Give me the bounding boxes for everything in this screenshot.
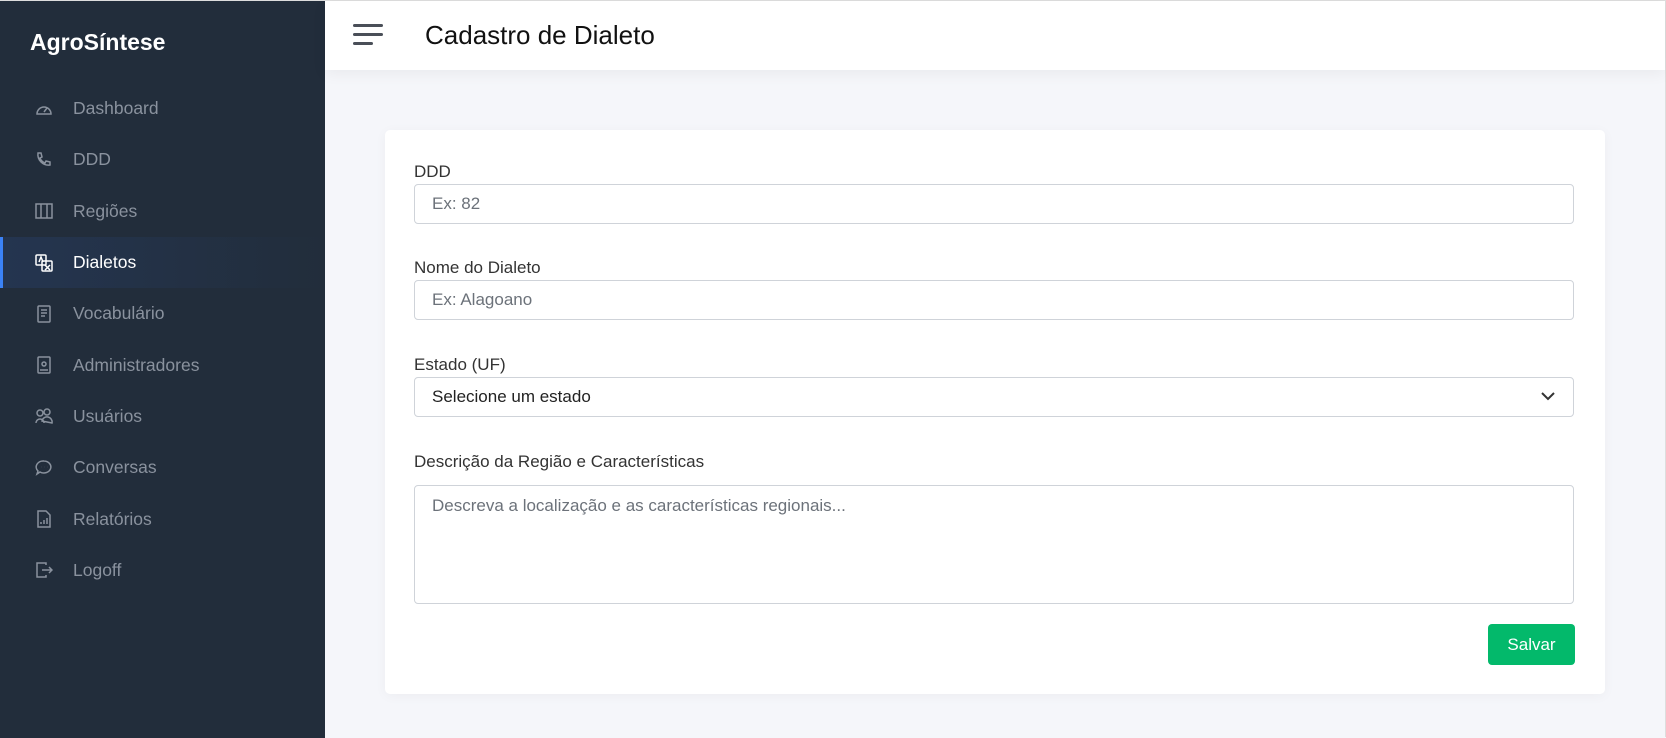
sidebar: AgroSíntese Dashboard DDD Regiões Dialet… xyxy=(0,1,325,738)
descricao-label: Descrição da Região e Características xyxy=(414,452,705,471)
descricao-textarea[interactable]: Descreva a localização e as característi… xyxy=(414,485,1574,604)
sidebar-item-label: Dashboard xyxy=(73,98,159,119)
save-button[interactable]: Salvar xyxy=(1488,624,1575,665)
ddd-label: DDD xyxy=(414,162,451,181)
chevron-down-icon xyxy=(1541,392,1555,401)
sidebar-item-label: Vocabulário xyxy=(73,303,165,324)
sidebar-item-dashboard[interactable]: Dashboard xyxy=(0,83,325,134)
sidebar-item-label: DDD xyxy=(73,149,111,170)
people-icon xyxy=(35,408,53,425)
sidebar-item-usuarios[interactable]: Usuários xyxy=(0,391,325,442)
sidebar-item-vocabulario[interactable]: Vocabulário xyxy=(0,288,325,339)
sidebar-item-logoff[interactable]: Logoff xyxy=(0,545,325,596)
sidebar-item-label: Logoff xyxy=(73,559,122,580)
sidebar-item-label: Relatórios xyxy=(73,508,152,529)
ddd-input[interactable]: Ex: 82 xyxy=(414,184,1574,224)
sidebar-item-ddd[interactable]: DDD xyxy=(0,134,325,185)
sidebar-item-label: Dialetos xyxy=(73,252,137,273)
nome-placeholder: Ex: Alagoano xyxy=(432,290,533,309)
estado-select[interactable]: Selecione um estado xyxy=(414,377,1574,417)
estado-label: Estado (UF) xyxy=(414,355,506,374)
speedometer-icon xyxy=(36,105,52,115)
sidebar-item-relatorios[interactable]: Relatórios xyxy=(0,493,325,544)
badge-icon xyxy=(37,356,51,374)
top-header: Cadastro de Dialeto xyxy=(325,1,1665,70)
translate-icon xyxy=(35,253,53,272)
descricao-placeholder: Descreva a localização e as característi… xyxy=(432,496,846,515)
sidebar-item-label: Regiões xyxy=(73,200,138,221)
logout-icon xyxy=(36,562,53,579)
sidebar-nav: Dashboard DDD Regiões Dialetos Vocabulár… xyxy=(0,83,325,596)
page-title: Cadastro de Dialeto xyxy=(425,20,655,50)
dialeto-form: DDD Ex: 82 Nome do Dialeto Ex: Alagoano … xyxy=(385,130,1605,694)
ddd-placeholder: Ex: 82 xyxy=(432,194,481,213)
phone-icon xyxy=(37,152,51,166)
nome-dialeto-input[interactable]: Ex: Alagoano xyxy=(414,280,1574,320)
app-logo: AgroSíntese xyxy=(30,29,166,55)
sidebar-item-dialetos[interactable]: Dialetos xyxy=(0,236,325,289)
map-icon xyxy=(35,203,53,219)
chat-icon xyxy=(35,459,52,476)
journal-icon xyxy=(37,305,51,323)
nome-label: Nome do Dialeto xyxy=(414,258,541,277)
sidebar-item-label: Usuários xyxy=(73,405,143,426)
sidebar-item-label: Administradores xyxy=(73,354,200,375)
hamburger-menu-icon[interactable] xyxy=(353,24,383,46)
sidebar-item-conversas[interactable]: Conversas xyxy=(0,442,325,493)
sidebar-item-regioes[interactable]: Regiões xyxy=(0,186,325,237)
sidebar-item-label: Conversas xyxy=(73,457,157,478)
estado-selected-value: Selecione um estado xyxy=(432,387,591,406)
sidebar-item-administradores[interactable]: Administradores xyxy=(0,339,325,390)
report-icon xyxy=(37,510,51,528)
